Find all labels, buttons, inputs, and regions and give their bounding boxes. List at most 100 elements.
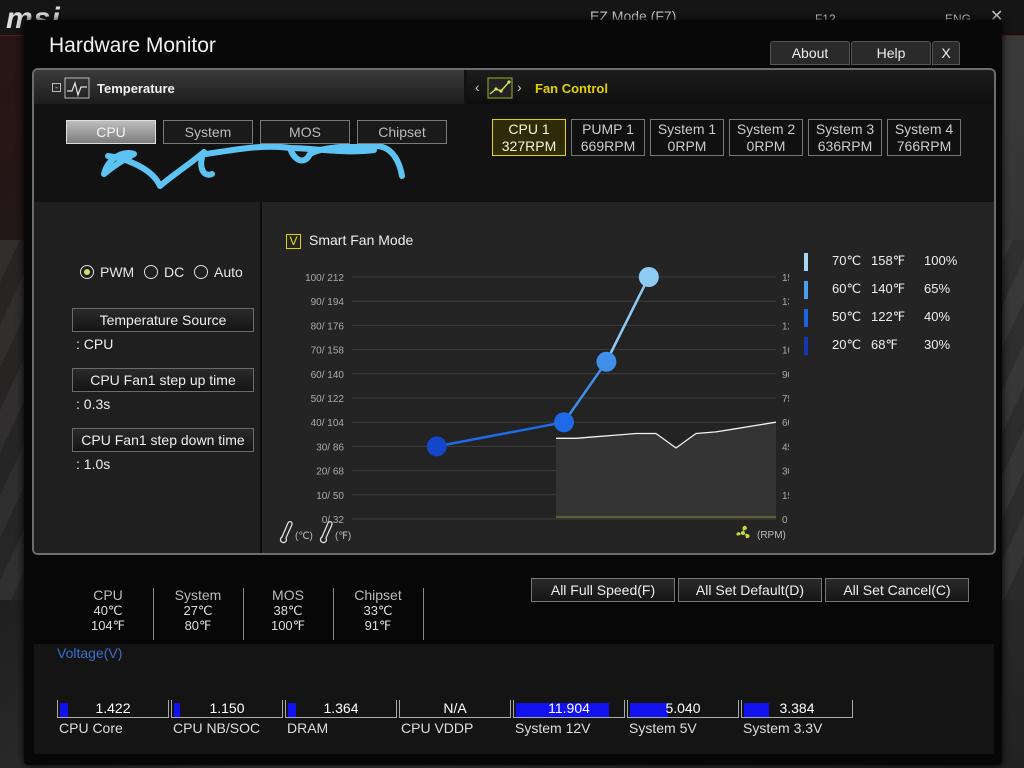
unit-fahrenheit-label: (℉) bbox=[335, 531, 351, 542]
tab-fan-control-label: Fan Control bbox=[535, 81, 608, 96]
rpm-unit-label: (RPM) bbox=[757, 530, 786, 541]
y-tick-rpm: 12000 bbox=[782, 321, 789, 332]
minimize-icon[interactable]: - bbox=[52, 83, 61, 92]
temp-name: Chipset bbox=[354, 587, 402, 603]
radio-off-icon bbox=[144, 265, 158, 279]
temp-source-chipset[interactable]: Chipset bbox=[357, 120, 447, 144]
all-set-default-button[interactable]: All Set Default(D) bbox=[678, 578, 822, 602]
mode-pwm-radio[interactable]: PWM bbox=[80, 264, 134, 280]
temp-fahrenheit: 91℉ bbox=[364, 618, 392, 633]
mode-dc-radio[interactable]: DC bbox=[144, 264, 184, 280]
legend-celsius: 20℃ bbox=[832, 337, 862, 352]
chevron-left-icon[interactable]: ‹ bbox=[475, 79, 480, 95]
fan-system3-button[interactable]: System 3 636RPM bbox=[808, 119, 882, 156]
voltage-value: 5.040 bbox=[665, 700, 701, 716]
fan-name: CPU 1 bbox=[508, 121, 550, 137]
voltage-label: DRAM bbox=[287, 720, 329, 736]
temp-source-mos[interactable]: MOS bbox=[260, 120, 350, 144]
legend-percent: 65% bbox=[924, 281, 951, 296]
temp-summary-chipset: Chipset 33℃ 91℉ bbox=[333, 587, 423, 634]
fan-settings-area: PWM DC Auto Temperature Source : CPU CPU… bbox=[34, 202, 994, 553]
y-tick-temp: 50/ 122 bbox=[311, 394, 345, 405]
step-up-time-value: : 0.3s bbox=[76, 396, 111, 412]
y-tick-temp: 100/ 212 bbox=[305, 273, 344, 284]
fan-cpu1-button[interactable]: CPU 1 327RPM bbox=[492, 119, 566, 156]
mode-auto-radio[interactable]: Auto bbox=[194, 264, 243, 280]
voltage-value: 11.904 bbox=[548, 700, 590, 716]
window-title: Hardware Monitor bbox=[49, 34, 216, 57]
temp-name: System bbox=[174, 587, 222, 603]
curve-point-1[interactable] bbox=[426, 436, 447, 457]
tab-fan-control[interactable]: ‹ › Fan Control bbox=[467, 70, 994, 104]
voltage-label: CPU VDDP bbox=[401, 720, 474, 736]
all-full-speed-button[interactable]: All Full Speed(F) bbox=[531, 578, 675, 602]
legend-celsius: 50℃ bbox=[832, 309, 862, 324]
fan-rpm: 636RPM bbox=[817, 138, 873, 154]
y-tick-temp: 70/ 158 bbox=[311, 346, 345, 357]
fan-name: System 3 bbox=[815, 121, 875, 137]
divider bbox=[423, 588, 424, 640]
fan-graph-icon bbox=[487, 77, 513, 99]
mode-auto-label: Auto bbox=[214, 264, 243, 280]
mode-dc-label: DC bbox=[164, 264, 185, 280]
tab-temperature-label: Temperature bbox=[97, 81, 175, 96]
temp-name: CPU bbox=[93, 587, 123, 603]
radio-off-icon bbox=[194, 265, 208, 279]
fan-rpm: 327RPM bbox=[501, 138, 557, 154]
temp-source-system[interactable]: System bbox=[163, 120, 253, 144]
temp-celsius: 40℃ bbox=[93, 603, 123, 618]
fan-name: System 2 bbox=[736, 121, 796, 137]
voltage-label: CPU Core bbox=[59, 720, 123, 736]
y-tick-temp: 40/ 104 bbox=[311, 418, 345, 429]
legend-color-swatch bbox=[804, 309, 808, 327]
fan-system2-button[interactable]: System 2 0RPM bbox=[729, 119, 803, 156]
help-button[interactable]: Help bbox=[851, 41, 931, 65]
fan-curve-chart[interactable]: 100/ 2121500090/ 1941350080/ 1761200070/… bbox=[264, 247, 789, 547]
annotation-scribble bbox=[101, 144, 405, 189]
tab-temperature[interactable]: - Temperature bbox=[34, 70, 464, 104]
radio-on-icon bbox=[80, 265, 94, 279]
fan-icon bbox=[736, 525, 750, 539]
y-tick-rpm: 3000 bbox=[782, 467, 789, 478]
fan-system4-button[interactable]: System 4 766RPM bbox=[887, 119, 961, 156]
temperature-source-value: : CPU bbox=[76, 336, 114, 352]
all-set-cancel-button[interactable]: All Set Cancel(C) bbox=[825, 578, 969, 602]
fan-rpm: 669RPM bbox=[580, 138, 636, 154]
curve-point-4[interactable] bbox=[638, 267, 659, 287]
unit-celsius-label: (℃) bbox=[295, 531, 313, 542]
temp-fahrenheit: 80℉ bbox=[184, 618, 212, 633]
fan-rpm: 0RPM bbox=[667, 138, 707, 154]
y-tick-temp: 90/ 194 bbox=[311, 297, 345, 308]
voltage-value: 1.364 bbox=[323, 700, 359, 716]
legend-fahrenheit: 140℉ bbox=[871, 281, 906, 296]
temperature-graph-icon bbox=[64, 77, 90, 99]
mode-pwm-label: PWM bbox=[100, 264, 135, 280]
curve-point-2[interactable] bbox=[554, 412, 574, 433]
y-tick-temp: 80/ 176 bbox=[311, 321, 345, 332]
temp-summary-system: System 27℃ 80℉ bbox=[153, 587, 243, 634]
temp-source-cpu[interactable]: CPU bbox=[66, 120, 156, 144]
step-up-time-button[interactable]: CPU Fan1 step up time bbox=[72, 368, 254, 392]
about-button[interactable]: About bbox=[770, 41, 850, 65]
legend-celsius: 60℃ bbox=[832, 281, 862, 296]
fan-pump1-button[interactable]: PUMP 1 669RPM bbox=[571, 119, 645, 156]
temp-summary-cpu: CPU 40℃ 104℉ bbox=[63, 587, 153, 634]
legend-color-swatch bbox=[804, 337, 808, 355]
voltage-section bbox=[34, 644, 994, 754]
fan-name: System 1 bbox=[657, 121, 717, 137]
y-tick-rpm: 1500 bbox=[782, 491, 789, 502]
temperature-source-button[interactable]: Temperature Source bbox=[72, 308, 254, 332]
voltage-value: 1.150 bbox=[209, 700, 245, 716]
curve-point-3[interactable] bbox=[596, 351, 617, 372]
chevron-right-icon[interactable]: › bbox=[517, 79, 522, 95]
close-button[interactable]: X bbox=[932, 41, 960, 65]
fan-system1-button[interactable]: System 1 0RPM bbox=[650, 119, 724, 156]
step-down-time-button[interactable]: CPU Fan1 step down time bbox=[72, 428, 254, 452]
fan-settings-sidebar: PWM DC Auto Temperature Source : CPU CPU… bbox=[34, 202, 262, 553]
y-tick-rpm: 4500 bbox=[782, 442, 789, 453]
voltage-value: N/A bbox=[443, 700, 467, 716]
voltage-label: System 3.3V bbox=[743, 720, 823, 736]
legend-celsius: 70℃ bbox=[832, 253, 862, 268]
voltage-label: System 12V bbox=[515, 720, 591, 736]
legend-percent: 40% bbox=[924, 309, 951, 324]
